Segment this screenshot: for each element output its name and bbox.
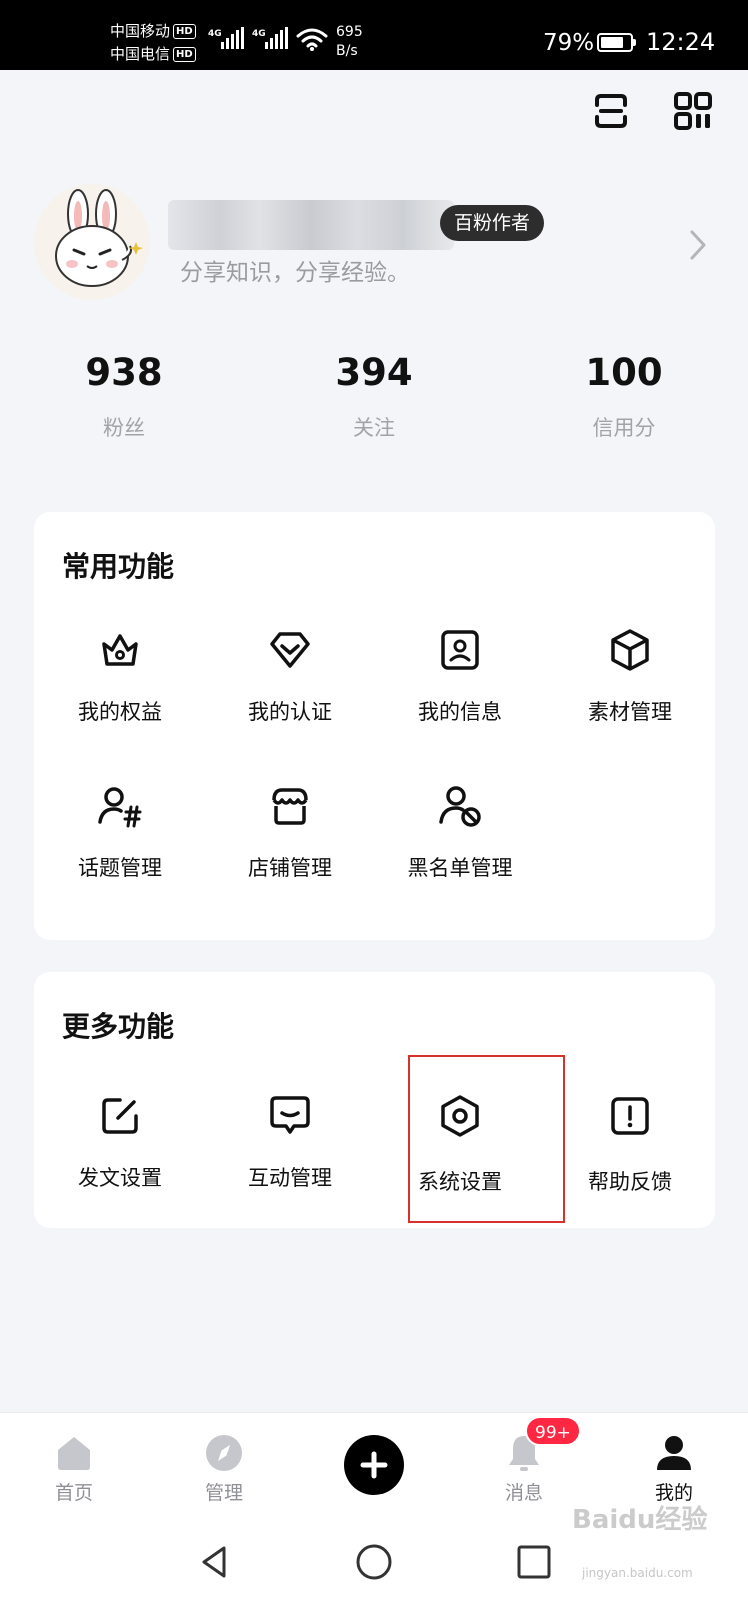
message-count-badge: 99+ xyxy=(525,1416,581,1446)
function-label: 帮助反馈 xyxy=(588,1170,672,1194)
stat-value: 100 xyxy=(585,351,663,394)
rabbit-avatar-image xyxy=(55,189,143,287)
nav-manage[interactable]: 管理 xyxy=(174,1431,274,1505)
qr-code-icon[interactable] xyxy=(672,90,714,132)
function-label: 话题管理 xyxy=(78,856,162,880)
carrier-1-name: 中国移动 xyxy=(110,22,171,40)
function-label: 发文设置 xyxy=(78,1166,162,1190)
wifi-icon xyxy=(296,28,328,51)
topic-hashtag-icon xyxy=(98,787,142,828)
battery-level-fill xyxy=(601,37,624,48)
scan-icon[interactable] xyxy=(590,90,632,132)
function-label: 黑名单管理 xyxy=(407,856,513,880)
function-label: 素材管理 xyxy=(588,700,672,724)
function-label: 我的权益 xyxy=(78,700,162,724)
profile-bio: 分享知识，分享经验。 xyxy=(180,260,410,286)
stat-label: 关注 xyxy=(353,416,395,440)
hd-badge: HD xyxy=(173,47,196,62)
stat-followers[interactable]: 938 粉丝 xyxy=(44,350,204,442)
speed-value: 695 xyxy=(336,24,363,40)
nav-label: 管理 xyxy=(204,1482,243,1504)
carrier-1: 中国移动 HD xyxy=(110,21,196,41)
chat-bubble-icon xyxy=(270,1096,310,1134)
hd-badge: HD xyxy=(173,24,196,39)
plus-icon xyxy=(360,1451,388,1479)
function-my-info[interactable]: 我的信息 xyxy=(374,626,546,746)
watermark-logo: Baidu经验 xyxy=(572,1505,708,1535)
battery-percent: 79% xyxy=(543,30,595,56)
function-my-rights[interactable]: 我的权益 xyxy=(34,626,206,746)
chevron-right-icon[interactable] xyxy=(688,228,708,262)
nav-label: 消息 xyxy=(504,1482,543,1504)
more-functions-card: 更多功能 发文设置 互动管理 系统设置 帮助反馈 xyxy=(34,972,715,1228)
function-interaction-management[interactable]: 互动管理 xyxy=(204,1092,376,1212)
clock: 12:24 xyxy=(646,28,716,56)
avatar[interactable] xyxy=(34,184,150,300)
carrier-2-name: 中国电信 xyxy=(110,45,171,63)
function-help-feedback[interactable]: 帮助反馈 xyxy=(544,1092,716,1212)
function-my-verification[interactable]: 我的认证 xyxy=(204,626,376,746)
network-speed: 695 B/s xyxy=(336,23,363,61)
function-label: 我的信息 xyxy=(418,700,502,724)
recent-apps-square-icon[interactable] xyxy=(514,1542,554,1582)
blacklist-user-icon xyxy=(439,786,481,827)
home-circle-icon[interactable] xyxy=(354,1542,394,1582)
username-blurred xyxy=(168,200,454,250)
nav-mine[interactable]: 我的 xyxy=(624,1431,724,1505)
id-card-icon xyxy=(441,630,479,670)
crown-icon xyxy=(102,634,138,666)
status-bar: 中国移动 HD 中国电信 HD 4G 4G 695 B/s 79% 12:24 xyxy=(0,0,748,70)
section-title: 更多功能 xyxy=(62,1010,175,1043)
function-label: 店铺管理 xyxy=(248,856,332,880)
stat-label: 粉丝 xyxy=(103,416,145,440)
stat-value: 394 xyxy=(335,351,413,394)
back-triangle-icon[interactable] xyxy=(194,1542,234,1582)
stat-credit-score[interactable]: 100 信用分 xyxy=(544,350,704,442)
function-blacklist-management[interactable]: 黑名单管理 xyxy=(374,782,546,902)
section-title: 常用功能 xyxy=(62,550,175,583)
common-functions-card: 常用功能 我的权益 我的认证 我的信息 素材管理 话题管理 店铺管理 黑名单管理 xyxy=(34,512,715,940)
function-topic-management[interactable]: 话题管理 xyxy=(34,782,206,902)
network-type-label: 4G xyxy=(208,29,222,39)
person-icon xyxy=(657,1436,691,1470)
speed-unit: B/s xyxy=(336,43,358,59)
function-label: 互动管理 xyxy=(248,1166,332,1190)
alert-feedback-icon xyxy=(611,1097,649,1135)
nav-label: 我的 xyxy=(654,1482,693,1504)
author-badge: 百粉作者 xyxy=(440,205,545,241)
stat-label: 信用分 xyxy=(592,416,656,440)
stat-value: 938 xyxy=(85,351,163,394)
stat-following[interactable]: 394 关注 xyxy=(294,350,454,442)
compass-icon xyxy=(206,1435,242,1471)
network-type-label: 4G xyxy=(252,29,266,39)
function-post-settings[interactable]: 发文设置 xyxy=(34,1092,206,1212)
edit-icon xyxy=(102,1098,138,1134)
publish-button[interactable] xyxy=(344,1435,404,1495)
carrier-2: 中国电信 HD xyxy=(110,44,196,64)
highlight-annotation-box xyxy=(408,1055,565,1223)
home-icon xyxy=(58,1437,90,1470)
function-label: 我的认证 xyxy=(248,700,332,724)
cube-icon xyxy=(611,629,649,671)
function-store-management[interactable]: 店铺管理 xyxy=(204,782,376,902)
function-material-management[interactable]: 素材管理 xyxy=(544,626,716,746)
verified-badge-icon xyxy=(270,632,310,668)
watermark-url: jingyan.baidu.com xyxy=(582,1566,693,1580)
store-icon xyxy=(272,788,308,825)
system-navigation-bar xyxy=(0,1526,748,1600)
nav-label: 首页 xyxy=(54,1482,93,1504)
battery-icon xyxy=(597,33,636,52)
nav-home[interactable]: 首页 xyxy=(24,1431,124,1505)
